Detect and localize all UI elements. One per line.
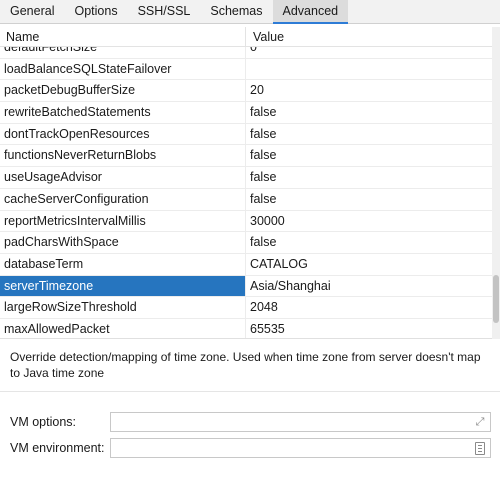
table-row[interactable]: functionsNeverReturnBlobs false xyxy=(0,145,492,168)
tab-bar: General Options SSH/SSL Schemas Advanced xyxy=(0,0,500,24)
table-scrollbar[interactable] xyxy=(492,27,500,339)
property-value-cell[interactable]: false xyxy=(246,124,492,145)
tab-advanced[interactable]: Advanced xyxy=(272,0,349,24)
property-name-cell[interactable]: largeRowSizeThreshold xyxy=(0,297,246,318)
property-name-cell[interactable]: rewriteBatchedStatements xyxy=(0,102,246,123)
table-row[interactable]: packetDebugBufferSize 20 xyxy=(0,80,492,103)
table-row[interactable]: cacheServerConfiguration false xyxy=(0,188,492,211)
property-value-cell[interactable] xyxy=(246,59,492,80)
table-row[interactable]: loadBalanceSQLStateFailover xyxy=(0,58,492,81)
property-name-cell[interactable]: dontTrackOpenResources xyxy=(0,123,246,145)
property-value-cell[interactable]: CATALOG xyxy=(246,254,492,275)
property-name-cell[interactable]: reportMetricsIntervalMillis xyxy=(0,210,246,232)
property-name-cell[interactable]: cacheServerConfiguration xyxy=(0,188,246,210)
tab-ssh-ssl[interactable]: SSH/SSL xyxy=(128,0,201,24)
property-name-cell[interactable]: databaseTerm xyxy=(0,253,246,275)
property-value-cell[interactable]: 2048 xyxy=(246,297,492,318)
table-row[interactable]: databaseTerm CATALOG xyxy=(0,253,492,276)
property-name-cell[interactable]: loadBalanceSQLStateFailover xyxy=(0,58,246,80)
property-value-cell[interactable]: 30000 xyxy=(246,211,492,232)
property-name-cell[interactable]: packetDebugBufferSize xyxy=(0,80,246,102)
tab-general[interactable]: General xyxy=(0,0,64,24)
table-row[interactable]: largeRowSizeThreshold 2048 xyxy=(0,297,492,319)
table-row[interactable]: rewriteBatchedStatements false xyxy=(0,102,492,124)
properties-table: defaultFetchSize 0 loadBalanceSQLStateFail… xyxy=(0,27,492,339)
vm-environment-field[interactable] xyxy=(110,438,491,458)
table-row[interactable]: dontTrackOpenResources false xyxy=(0,123,492,146)
vm-environment-label: VM environment: xyxy=(10,441,105,455)
property-name-cell[interactable]: maxAllowedPacket xyxy=(0,318,246,338)
property-name-cell[interactable]: serverTimezone xyxy=(0,275,246,297)
property-value-cell[interactable]: false xyxy=(246,232,492,253)
column-header-name[interactable]: Name xyxy=(0,27,246,47)
column-header-value[interactable]: Value xyxy=(247,27,492,47)
property-name-cell[interactable]: functionsNeverReturnBlobs xyxy=(0,145,246,167)
table-row[interactable]: serverTimezone Asia/Shanghai xyxy=(0,275,492,298)
table-row[interactable]: maxAllowedPacket 65535 xyxy=(0,318,492,338)
table-row[interactable]: padCharsWithSpace false xyxy=(0,232,492,254)
expand-icon[interactable]: ⤢ xyxy=(473,415,487,429)
table-row[interactable]: reportMetricsIntervalMillis 30000 xyxy=(0,210,492,233)
table-header: Name Value xyxy=(0,27,492,47)
tab-options[interactable]: Options xyxy=(64,0,127,24)
property-value-cell[interactable]: 20 xyxy=(246,80,492,101)
property-value-cell[interactable]: false xyxy=(246,189,492,210)
property-value-cell[interactable]: Asia/Shanghai xyxy=(246,275,492,297)
tab-schemas[interactable]: Schemas xyxy=(200,0,272,24)
property-value-cell[interactable]: 65535 xyxy=(246,319,492,338)
table-row[interactable]: useUsageAdvisor false xyxy=(0,167,492,189)
property-value-cell[interactable]: false xyxy=(246,167,492,188)
property-name-cell[interactable]: padCharsWithSpace xyxy=(0,232,246,253)
properties-rows: defaultFetchSize 0 loadBalanceSQLStateFail… xyxy=(0,37,492,338)
scrollbar-thumb[interactable] xyxy=(493,275,499,323)
property-value-cell[interactable]: false xyxy=(246,102,492,123)
document-icon[interactable] xyxy=(475,442,485,455)
vm-options-field[interactable]: ⤢ xyxy=(110,412,491,432)
vm-options-label: VM options: xyxy=(10,415,77,429)
property-name-cell[interactable]: useUsageAdvisor xyxy=(0,167,246,188)
divider xyxy=(0,391,500,392)
property-value-cell[interactable]: false xyxy=(246,145,492,166)
property-description: Override detection/mapping of time zone.… xyxy=(10,350,481,380)
